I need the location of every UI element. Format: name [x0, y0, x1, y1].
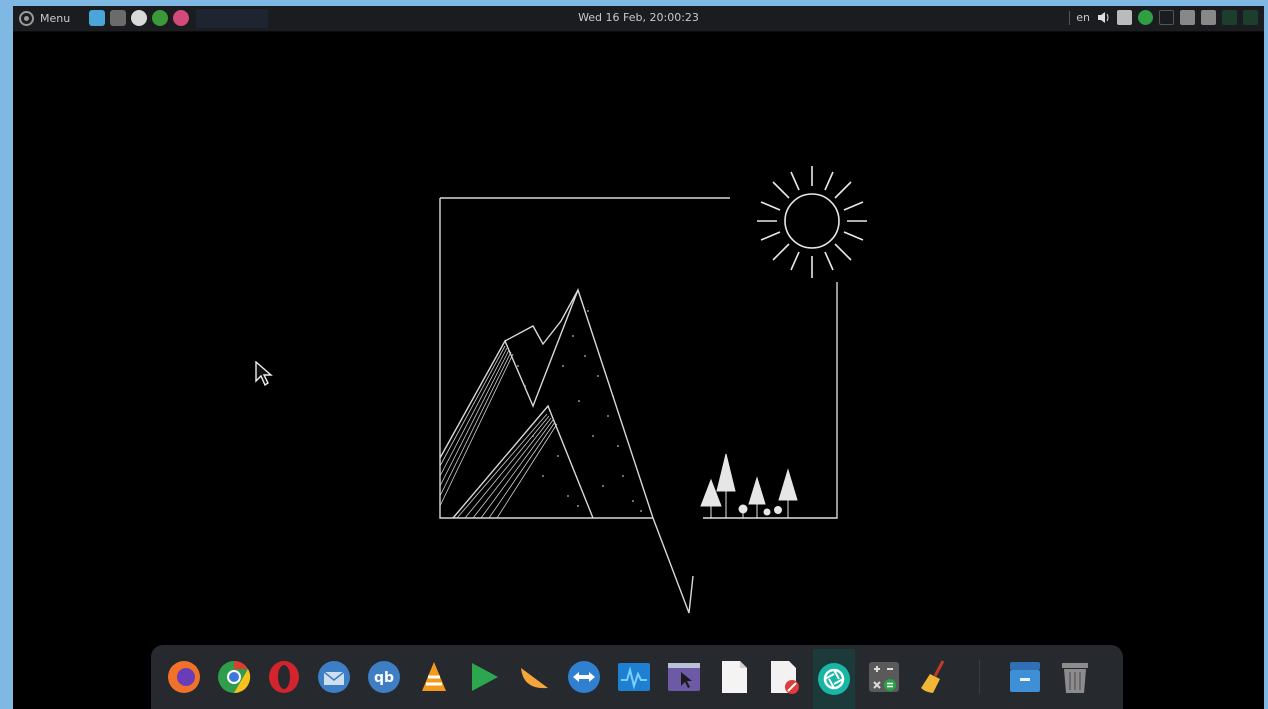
firefox-icon [168, 661, 200, 693]
trash-icon [1062, 663, 1088, 693]
firefox-launcher[interactable] [163, 656, 205, 698]
system-monitor-launcher[interactable] [613, 656, 655, 698]
calculator-icon [869, 662, 899, 692]
dock: qb [151, 645, 1123, 709]
melon-icon [521, 668, 548, 689]
text-editor-launcher[interactable] [713, 656, 755, 698]
dock-separator [979, 660, 980, 694]
trees [700, 453, 837, 519]
play-launcher[interactable] [463, 656, 505, 698]
thunderbird-icon [318, 661, 350, 693]
aperture-icon [818, 663, 850, 695]
calculator-launcher[interactable] [863, 656, 905, 698]
opera-icon [269, 661, 299, 693]
desktop[interactable]: Menu Wed 16 Feb, 20:00:23 en qb [13, 6, 1264, 709]
eraser-icon [771, 661, 799, 694]
file-manager-launcher[interactable] [1004, 656, 1046, 698]
vlc-launcher[interactable] [413, 656, 455, 698]
chrome-launcher[interactable] [213, 656, 255, 698]
thunderbird-launcher[interactable] [313, 656, 355, 698]
trash-launcher[interactable] [1054, 656, 1096, 698]
system-monitor-icon [618, 663, 650, 691]
mountain-texture [517, 310, 642, 512]
play-icon [472, 663, 498, 691]
aperture-launcher[interactable] [813, 649, 855, 709]
teamviewer-launcher[interactable] [563, 656, 605, 698]
sun [757, 166, 867, 278]
cleaner-launcher[interactable] [913, 656, 955, 698]
svg-text:qb: qb [374, 670, 394, 686]
wallpaper-art [439, 166, 867, 614]
file-manager-icon [1010, 662, 1040, 692]
chrome-icon [218, 660, 251, 694]
teamviewer-icon [568, 661, 600, 693]
broom-icon [921, 660, 945, 693]
pointer-window-icon [668, 663, 700, 691]
mouse-cursor-icon [255, 361, 273, 387]
document-icon [722, 661, 747, 693]
xpad-launcher[interactable] [663, 656, 705, 698]
qbittorrent-icon: qb [368, 661, 400, 693]
qbittorrent-launcher[interactable]: qb [363, 656, 405, 698]
opera-launcher[interactable] [263, 656, 305, 698]
eraser-launcher[interactable] [763, 656, 805, 698]
melon-launcher[interactable] [513, 656, 555, 698]
vlc-icon [422, 662, 446, 691]
